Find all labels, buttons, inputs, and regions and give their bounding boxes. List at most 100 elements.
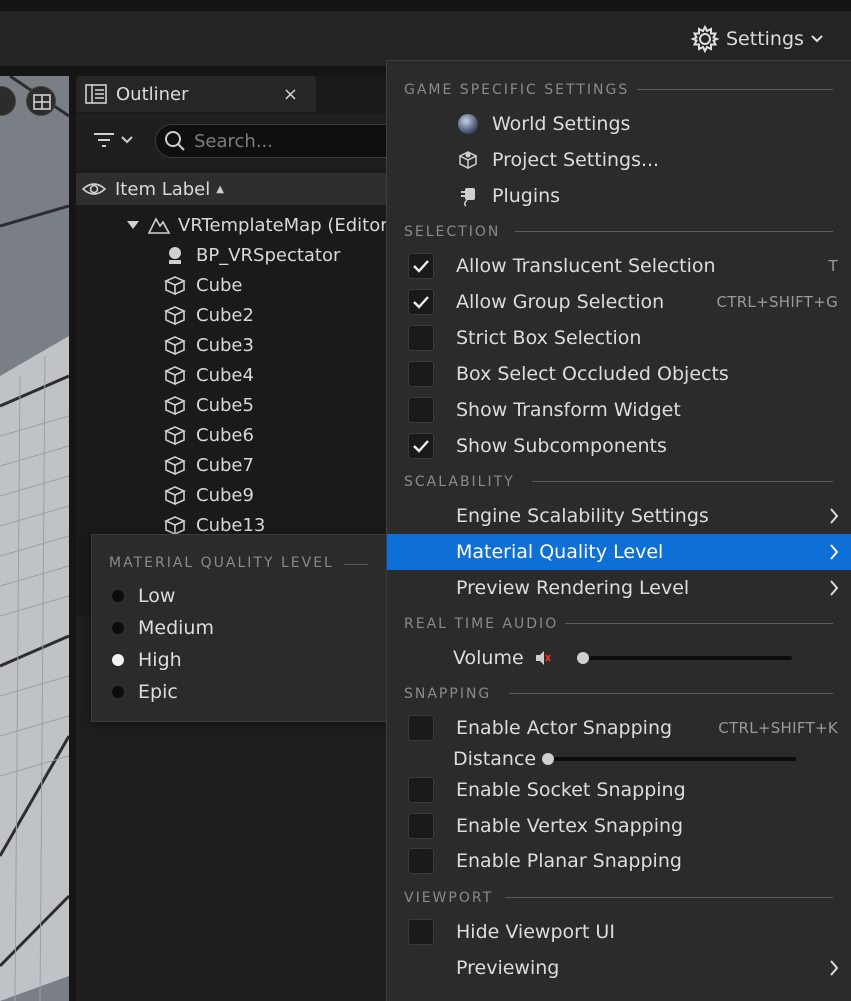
menu-item-preview-rendering-level[interactable]: Preview Rendering Level (387, 570, 851, 606)
expand-arrow-icon (127, 221, 139, 229)
chevron-right-icon (830, 960, 839, 976)
distance-slider-handle[interactable] (542, 753, 554, 765)
menu-item-enable-actor-snapping[interactable]: Enable Actor Snapping CTRL+SHIFT+K (387, 710, 851, 746)
tree-item[interactable]: Cube9 (162, 480, 254, 510)
tree-item[interactable]: Cube (162, 270, 242, 300)
tree-item[interactable]: Cube3 (162, 330, 254, 360)
static-mesh-icon (162, 454, 188, 476)
tree-item-label: Cube (196, 274, 243, 296)
menu-item-show-transform-widget[interactable]: Show Transform Widget (387, 392, 851, 428)
distance-slider[interactable] (548, 757, 796, 761)
checkbox-unchecked[interactable] (408, 813, 434, 839)
outliner-title: Outliner (116, 83, 189, 105)
close-icon[interactable]: × (283, 84, 298, 105)
divider (509, 693, 833, 694)
menu-item-label: Enable Actor Snapping (456, 717, 673, 739)
menu-item-enable-socket-snapping[interactable]: Enable Socket Snapping (387, 772, 851, 808)
quality-option-medium[interactable]: Medium (106, 614, 214, 642)
viewport-layout-button[interactable] (26, 86, 56, 116)
menu-item-enable-vertex-snapping[interactable]: Enable Vertex Snapping (387, 808, 851, 844)
volume-slider[interactable] (582, 656, 792, 660)
tree-item[interactable]: Cube6 (162, 420, 254, 450)
tree-item-label: Cube5 (196, 394, 254, 416)
quality-option-label: High (138, 649, 182, 671)
viewport-scene (0, 76, 69, 1001)
tree-item[interactable]: Cube5 (162, 390, 254, 420)
tab-outliner[interactable]: Outliner × (76, 76, 316, 112)
checkbox-unchecked[interactable] (408, 848, 434, 874)
project-settings-icon (456, 148, 480, 172)
chevron-right-icon (830, 580, 839, 596)
checkbox-unchecked[interactable] (408, 397, 434, 423)
outliner-column-header[interactable]: Item Label ▲ (76, 173, 396, 205)
quality-option-high[interactable]: High (106, 646, 182, 674)
menu-item-allow-group-selection[interactable]: Allow Group Selection CTRL+SHIFT+G (387, 284, 851, 320)
tree-item[interactable]: BP_VRSpectator (162, 240, 340, 270)
filter-button[interactable] (92, 130, 134, 150)
menu-item-material-quality-level[interactable]: Material Quality Level (387, 534, 851, 570)
static-mesh-icon (162, 304, 188, 326)
level-viewport[interactable] (0, 76, 69, 1001)
menu-item-plugins[interactable]: Plugins (387, 178, 851, 214)
menu-item-enable-planar-snapping[interactable]: Enable Planar Snapping (387, 843, 851, 879)
menu-item-box-select-occluded[interactable]: Box Select Occluded Objects (387, 356, 851, 392)
menu-item-previewing[interactable]: Previewing (387, 950, 851, 986)
checkbox-checked[interactable] (408, 289, 434, 315)
radio-icon (112, 590, 124, 602)
plugins-icon (456, 184, 480, 208)
checkbox-unchecked[interactable] (408, 919, 434, 945)
quality-option-label: Medium (138, 617, 214, 639)
radio-icon (112, 686, 124, 698)
checkbox-unchecked[interactable] (408, 361, 434, 387)
menu-item-distance: Distance (387, 743, 851, 775)
search-input[interactable] (194, 130, 374, 152)
checkbox-checked[interactable] (408, 253, 434, 279)
static-mesh-icon (162, 514, 188, 536)
section-header-snapping: SNAPPING (404, 686, 492, 702)
tree-item[interactable]: Cube7 (162, 450, 254, 480)
menu-item-label: Project Settings... (492, 149, 660, 171)
menu-item-label: Allow Translucent Selection (456, 255, 716, 277)
level-icon (146, 214, 172, 236)
checkmark-icon (413, 440, 429, 453)
quality-option-epic[interactable]: Epic (106, 678, 178, 706)
menu-item-label: Show Transform Widget (456, 399, 681, 421)
tree-item-label: Cube6 (196, 424, 254, 446)
menu-item-hide-viewport-ui[interactable]: Hide Viewport UI (387, 914, 851, 950)
static-mesh-icon (162, 274, 188, 296)
tree-item-label: Cube4 (196, 364, 254, 386)
radio-icon (112, 622, 124, 634)
search-icon (165, 131, 185, 151)
static-mesh-icon (162, 334, 188, 356)
menu-item-engine-scalability[interactable]: Engine Scalability Settings (387, 498, 851, 534)
menu-item-label: Hide Viewport UI (456, 921, 615, 943)
settings-button[interactable]: Settings (690, 22, 824, 56)
tree-item[interactable]: Cube2 (162, 300, 254, 330)
menu-item-strict-box-selection[interactable]: Strict Box Selection (387, 320, 851, 356)
chevron-down-icon (121, 136, 133, 144)
menu-item-label: Preview Rendering Level (456, 577, 690, 599)
menu-item-label: Strict Box Selection (456, 327, 642, 349)
menu-item-allow-translucent-selection[interactable]: Allow Translucent Selection T (387, 248, 851, 284)
tree-item-label: Cube3 (196, 334, 254, 356)
settings-menu: GAME SPECIFIC SETTINGS World Settings Pr… (386, 60, 851, 1001)
menu-item-project-settings[interactable]: Project Settings... (387, 142, 851, 178)
tree-item[interactable]: Cube4 (162, 360, 254, 390)
menu-item-show-subcomponents[interactable]: Show Subcomponents (387, 428, 851, 464)
eye-icon[interactable] (81, 179, 107, 199)
checkbox-unchecked[interactable] (408, 777, 434, 803)
quality-option-low[interactable]: Low (106, 582, 175, 610)
checkbox-unchecked[interactable] (408, 325, 434, 351)
divider (565, 623, 833, 624)
section-header-selection: SELECTION (404, 224, 501, 240)
checkbox-checked[interactable] (408, 433, 434, 459)
menu-item-label: Allow Group Selection (456, 291, 665, 313)
menu-item-world-settings[interactable]: World Settings (387, 106, 851, 142)
divider (637, 89, 833, 90)
outliner-search[interactable] (155, 124, 415, 158)
checkbox-unchecked[interactable] (408, 715, 434, 741)
checkmark-icon (413, 296, 429, 309)
tree-root[interactable]: VRTemplateMap (Editor) (126, 210, 395, 240)
section-header-viewport: VIEWPORT (404, 890, 494, 906)
volume-slider-handle[interactable] (577, 652, 589, 664)
